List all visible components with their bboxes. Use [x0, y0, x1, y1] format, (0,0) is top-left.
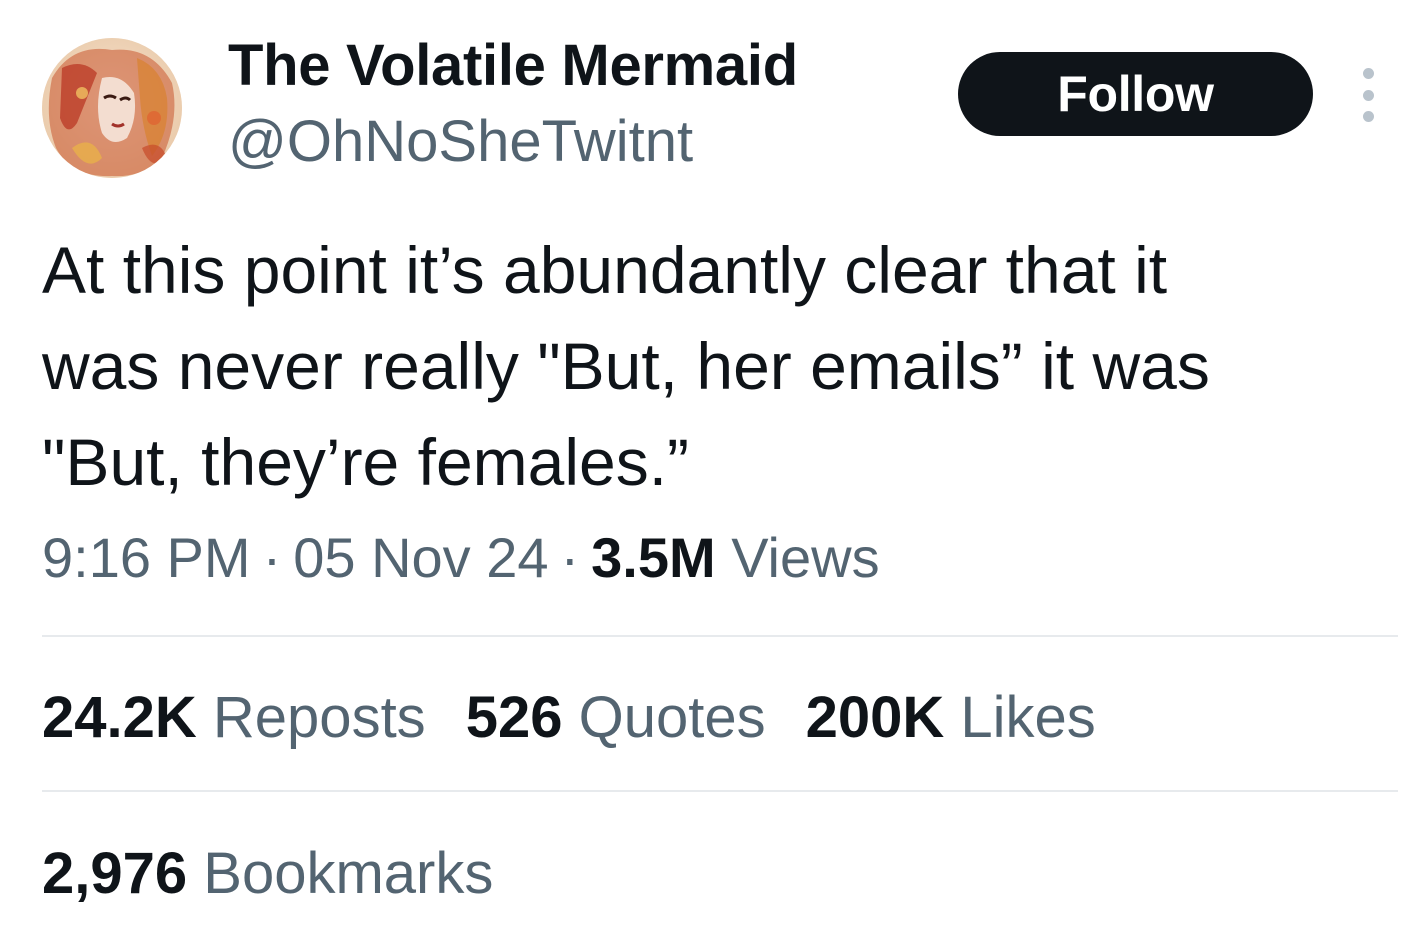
tweet-text: At this point it’s abundantly clear that… [42, 222, 1382, 510]
tweet-meta: 9:16 PM · 05 Nov 24 · 3.5M Views [42, 522, 880, 594]
avatar[interactable] [42, 38, 182, 178]
reposts-stat[interactable]: 24.2K Reposts [42, 680, 426, 756]
dot [1362, 89, 1374, 101]
reposts-count: 24.2K [42, 685, 197, 750]
display-name[interactable]: The Volatile Mermaid [228, 30, 798, 102]
bookmarks-label: Bookmarks [203, 841, 494, 906]
tweet-date[interactable]: 05 Nov 24 [293, 526, 548, 589]
likes-label: Likes [960, 685, 1096, 750]
tweet-line: "But, they’re females.” [42, 425, 690, 499]
bookmarks-count: 2,976 [42, 841, 188, 906]
more-vertical-icon[interactable] [1350, 68, 1386, 122]
tweet-line: At this point it’s abundantly clear that… [42, 233, 1168, 307]
views-count: 3.5M [591, 526, 716, 589]
follow-button[interactable]: Follow [958, 52, 1313, 136]
meta-separator: · [262, 526, 282, 589]
meta-separator: · [560, 526, 580, 589]
likes-count: 200K [805, 685, 945, 750]
divider [42, 635, 1398, 637]
user-handle[interactable]: @OhNoSheTwitnt [228, 106, 693, 178]
quotes-label: Quotes [578, 685, 766, 750]
divider [42, 790, 1398, 792]
avatar-image [42, 38, 182, 178]
bookmarks-stat-inner: 2,976 Bookmarks [42, 836, 493, 912]
engagement-stats: 24.2K Reposts 526 Quotes 200K Likes [42, 680, 1136, 756]
reposts-label: Reposts [212, 685, 426, 750]
tweet-time[interactable]: 9:16 PM [42, 526, 251, 589]
bookmarks-stat[interactable]: 2,976 Bookmarks [42, 836, 493, 912]
likes-stat[interactable]: 200K Likes [806, 680, 1096, 756]
tweet-line: was never really "But, her emails” it wa… [42, 329, 1210, 403]
quotes-count: 526 [465, 685, 563, 750]
dot [1362, 68, 1374, 79]
dot [1362, 111, 1374, 122]
views-label: Views [731, 526, 880, 589]
quotes-stat[interactable]: 526 Quotes [466, 680, 766, 756]
